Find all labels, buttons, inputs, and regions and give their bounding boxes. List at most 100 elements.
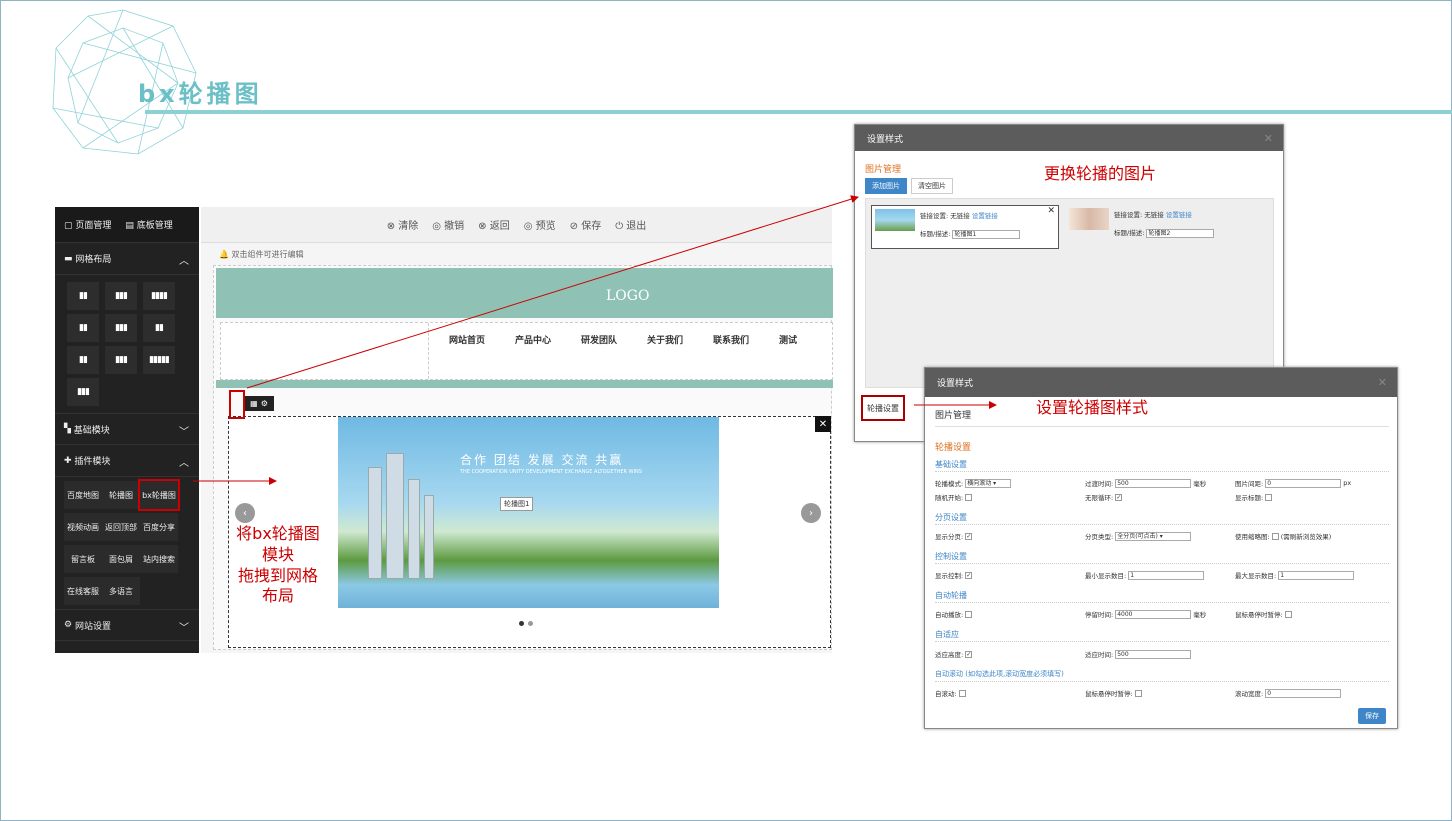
prev-arrow-icon[interactable]: ‹ [235,503,255,523]
image-card[interactable]: 链接设置: 无链接 设置链接 标题/描述: 轮播图1 ✕ [871,205,1059,249]
plugin-baidu-map[interactable]: 百度地图 [64,481,102,509]
grid-option[interactable]: ▮▮ [67,314,99,342]
nav-item[interactable]: 测试 [779,333,845,346]
edit-hint: 🔔 双击组件可进行编辑 [219,250,304,259]
pager-dot[interactable] [519,621,524,626]
hoverpause-checkbox[interactable] [1284,610,1292,618]
plugin-multilang[interactable]: 多语言 [102,577,140,605]
site-nav: 网站首页 产品中心 研发团队 关于我们 联系我们 测试 [220,322,833,380]
tab-carousel-settings[interactable]: 轮播设置 [861,395,905,421]
modules-icon: ▚ [64,424,74,434]
chevron-down-icon: ﹀ [179,623,189,634]
grid-option[interactable]: ▮▮ [67,346,99,374]
editor-toolbar: ⊗ 清除 ◎ 撤销 ⊗ 返回 ◎ 预览 ⊘ 保存 ⏻ 退出 [201,207,832,243]
preview-button[interactable]: ◎ 预览 [524,217,556,232]
group-control: 控制设置 [935,552,967,561]
plugin-bx-carousel[interactable]: bx轮播图 [138,479,180,511]
close-icon[interactable]: ✕ [1264,132,1273,145]
save-button[interactable]: ⊘ 保存 [570,217,602,232]
desc-input[interactable]: 轮播图1 [952,230,1021,239]
gap-input[interactable]: 0 [1265,478,1342,488]
plugin-carousel[interactable]: 轮播图 [102,481,140,509]
pagertype-select[interactable]: 全分页(可点击) ▾ [1115,531,1192,541]
thumbnail [1069,208,1109,230]
scrollwidth-input[interactable]: 0 [1265,688,1342,698]
tab-page-manage[interactable]: ▢ 页面管理 [64,218,111,231]
autoscroll-checkbox[interactable] [958,689,966,697]
annotation-change-images: 更换轮播的图片 [1044,164,1157,183]
settings-icon[interactable]: ⚙ [261,399,268,408]
save-button[interactable]: 保存 [1358,708,1386,724]
clear-button[interactable]: ⊗ 清除 [387,217,419,232]
controls-checkbox[interactable]: ✓ [965,571,973,579]
add-image-button[interactable]: 添加图片 [865,178,907,194]
pager-checkbox[interactable]: ✓ [965,532,973,540]
image-card[interactable]: 链接设置: 无链接 设置链接 标题/描述: 轮播图2 [1066,205,1254,249]
nav-item[interactable]: 联系我们 [713,333,779,346]
grid-option[interactable]: ▮▮ [143,314,175,342]
dialog-header: 设置样式 ✕ [855,125,1283,151]
group-autoplay: 自动轮播 [935,591,967,600]
nav-item[interactable]: 研发团队 [581,333,647,346]
nav-item[interactable]: 关于我们 [647,333,713,346]
transition-input[interactable]: 500 [1115,478,1192,488]
plugin-breadcrumb[interactable]: 面包屑 [102,545,140,573]
grid-option[interactable]: ▮▮▮ [105,282,137,310]
close-icon[interactable]: ✕ [1378,376,1387,389]
desc-input[interactable]: 轮播图2 [1146,229,1215,238]
header-strip [216,380,833,388]
tab-image-manage[interactable]: 图片管理 [935,408,971,421]
plugin-site-search[interactable]: 站内搜索 [140,545,178,573]
group-paging: 分页设置 [935,513,967,522]
grid-option[interactable]: ▮▮▮ [67,378,99,406]
grid-option[interactable]: ▮▮▮▮ [143,282,175,310]
adapttime-input[interactable]: 500 [1115,649,1192,659]
next-arrow-icon[interactable]: › [801,503,821,523]
chevron-up-icon: ︿ [179,256,189,267]
hoverpause2-checkbox[interactable] [1134,689,1142,697]
set-link-link[interactable]: 设置链接 [972,212,998,220]
section-site-settings[interactable]: ⚙ 网站设置 ﹀ [55,609,199,641]
image-list: 链接设置: 无链接 设置链接 标题/描述: 轮播图1 ✕ 链接设置: 无链接 设… [865,198,1274,388]
autoplay-checkbox[interactable] [965,610,973,618]
grid-option[interactable]: ▮▮▮ [105,314,137,342]
nav-item[interactable]: 产品中心 [515,333,581,346]
close-icon[interactable]: ✕ [815,416,831,432]
back-button[interactable]: ⊗ 返回 [478,217,510,232]
slide-image: 合作 团结 发展 交流 共赢 THE COOPERATION UNITY DEV… [338,417,719,608]
layout-icon[interactable]: ▦ [250,399,258,408]
pause-input[interactable]: 4000 [1115,609,1192,619]
module-tools[interactable]: ▦ ⚙ [244,396,274,411]
logout-button[interactable]: ⏻ 退出 [615,217,646,232]
thumbnail [875,209,915,231]
min-input[interactable]: 1 [1128,570,1205,580]
plugin-online-service[interactable]: 在线客服 [64,577,102,605]
random-checkbox[interactable] [965,493,973,501]
plugin-baidu-share[interactable]: 百度分享 [140,513,178,541]
mode-select[interactable]: 横向滚动 ▾ [965,478,1012,488]
thumb-checkbox[interactable] [1271,532,1279,540]
close-icon[interactable]: ✕ [1047,206,1055,216]
puzzle-icon: ✚ [64,455,75,466]
pager-dot[interactable] [528,621,533,626]
showtitle-checkbox[interactable] [1265,493,1273,501]
plugin-video[interactable]: 视频动画 [64,513,102,541]
undo-button[interactable]: ◎ 撤销 [432,217,464,232]
tab-template-manage[interactable]: ▤ 底板管理 [125,218,172,231]
grid-option[interactable]: ▮▮▮ [105,346,137,374]
max-input[interactable]: 1 [1278,570,1355,580]
grid-option[interactable]: ▮▮▮▮▮ [143,346,175,374]
plugin-back-to-top[interactable]: 返回顶部 [102,513,140,541]
clear-images-button[interactable]: 清空图片 [911,178,953,194]
plugin-guestbook[interactable]: 留言板 [64,545,102,573]
adaptheight-checkbox[interactable]: ✓ [965,650,973,658]
loop-checkbox[interactable]: ✓ [1115,493,1123,501]
grid-option[interactable]: ▮▮ [67,282,99,310]
section-plugin-modules[interactable]: ✚ 插件模块 ︿ [55,445,199,477]
editor-sidebar: ▢ 页面管理 ▤ 底板管理 ▬ 网格布局 ︿ ▮▮ ▮▮▮ ▮▮▮▮ ▮▮ ▮▮… [55,207,199,653]
set-link-link[interactable]: 设置链接 [1166,211,1192,219]
section-grid-layout[interactable]: ▬ 网格布局 ︿ [55,243,199,275]
slide-subline: THE COOPERATION UNITY DEVELOPMENT EXCHAN… [460,469,642,475]
nav-item[interactable]: 网站首页 [449,333,515,346]
section-basic-modules[interactable]: ▚ 基础模块 ﹀ [55,413,199,445]
